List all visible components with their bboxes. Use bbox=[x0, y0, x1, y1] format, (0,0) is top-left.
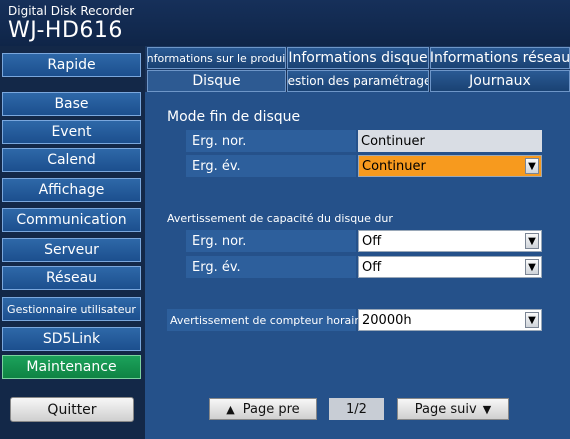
sidebar-item-serveur[interactable]: Serveur bbox=[2, 238, 141, 262]
up-arrow-icon: ▲ bbox=[226, 402, 235, 416]
quit-button[interactable]: Quitter bbox=[10, 397, 134, 422]
dropdown-arrow-icon[interactable]: ▼ bbox=[525, 158, 539, 174]
tab-disk-info[interactable]: Informations disque bbox=[287, 47, 429, 69]
sidebar-item-event[interactable]: Event bbox=[2, 120, 141, 144]
hour-meter-select[interactable]: 20000h ▼ bbox=[358, 309, 542, 331]
row-label-normal: Erg. nor. bbox=[186, 130, 356, 152]
sidebar: Rapide Base Event Calend Affichage Commu… bbox=[0, 46, 145, 439]
sidebar-item-gestionnaire-utilisateur[interactable]: Gestionnaire utilisateur bbox=[2, 297, 141, 321]
disk-end-event-select[interactable]: Continuer ▼ bbox=[358, 155, 542, 177]
disk-end-normal-value: Continuer bbox=[358, 130, 542, 152]
tab-product-info[interactable]: Informations sur le produit bbox=[147, 47, 286, 69]
dropdown-arrow-icon[interactable]: ▼ bbox=[525, 312, 539, 328]
tab-disque[interactable]: Disque bbox=[147, 70, 286, 92]
select-value: Off bbox=[362, 233, 382, 249]
select-value: 20000h bbox=[362, 312, 412, 328]
capacity-normal-select[interactable]: Off ▼ bbox=[358, 230, 542, 252]
page-indicator: 1/2 bbox=[329, 398, 384, 420]
tab-settings-management[interactable]: Gestion des paramétrages bbox=[287, 70, 429, 92]
sidebar-item-calend[interactable]: Calend bbox=[2, 148, 141, 172]
sidebar-item-reseau[interactable]: Réseau bbox=[2, 266, 141, 290]
row-label-hour-meter: Avertissement de compteur horaire bbox=[167, 309, 365, 331]
dropdown-arrow-icon[interactable]: ▼ bbox=[525, 259, 539, 275]
row-label-event: Erg. év. bbox=[186, 155, 356, 177]
section-title-disk-end: Mode fin de disque bbox=[167, 109, 301, 125]
next-page-label: Page suiv bbox=[414, 401, 477, 417]
tab-network-info[interactable]: Informations réseau bbox=[430, 47, 570, 69]
capacity-event-select[interactable]: Off ▼ bbox=[358, 256, 542, 278]
sidebar-item-rapide[interactable]: Rapide bbox=[2, 53, 141, 77]
sidebar-item-affichage[interactable]: Affichage bbox=[2, 178, 141, 202]
prev-page-button[interactable]: ▲ Page pre bbox=[209, 398, 317, 420]
sidebar-item-sd5link[interactable]: SD5Link bbox=[2, 327, 141, 351]
app-header: Digital Disk Recorder WJ-HD616 bbox=[0, 0, 570, 46]
tab-journaux[interactable]: Journaux bbox=[430, 70, 570, 92]
row-label-event: Erg. év. bbox=[186, 256, 356, 278]
sidebar-item-base[interactable]: Base bbox=[2, 92, 141, 116]
prev-page-label: Page pre bbox=[242, 401, 300, 417]
sidebar-item-communication[interactable]: Communication bbox=[2, 208, 141, 232]
down-arrow-icon: ▼ bbox=[482, 402, 492, 416]
select-value: Continuer bbox=[362, 158, 426, 174]
brand-subtitle: Digital Disk Recorder bbox=[8, 4, 135, 18]
next-page-button[interactable]: Page suiv ▼ bbox=[397, 398, 509, 420]
section-title-capacity-warning: Avertissement de capacité du disque dur bbox=[167, 212, 393, 225]
sidebar-item-maintenance[interactable]: Maintenance bbox=[2, 355, 141, 379]
brand-model: WJ-HD616 bbox=[8, 18, 123, 43]
dropdown-arrow-icon[interactable]: ▼ bbox=[525, 233, 539, 249]
row-label-normal: Erg. nor. bbox=[186, 230, 356, 252]
select-value: Off bbox=[362, 259, 382, 275]
